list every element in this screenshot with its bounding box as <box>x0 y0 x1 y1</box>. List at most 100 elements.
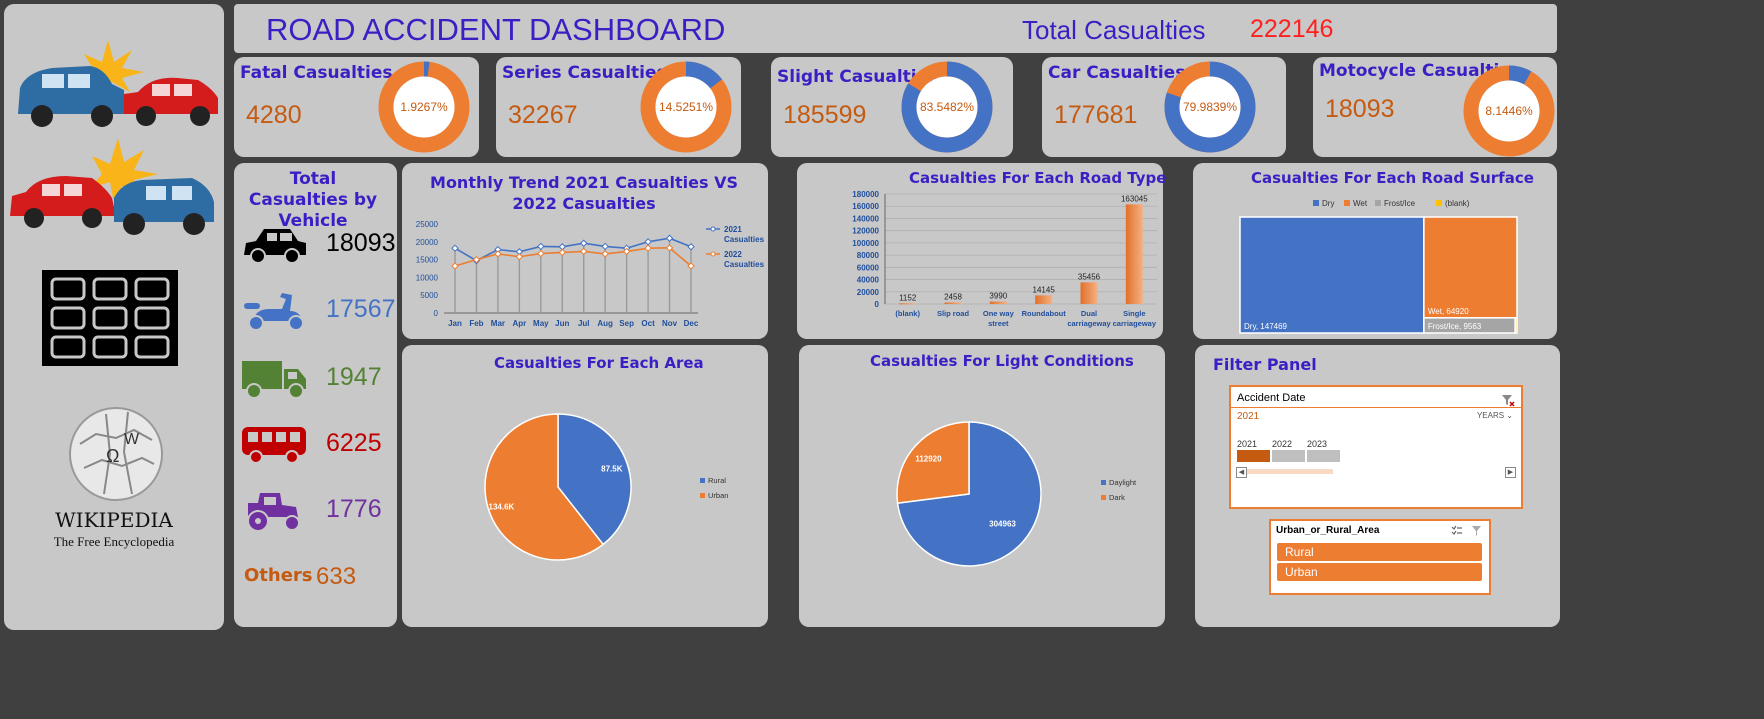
monthly-trend-chart: 25000 20000 15000 10000 5000 0 Jan Feb Mar Apr May… <box>416 220 765 328</box>
header-bar: ROAD ACCIDENT DASHBOARD Total Casualties… <box>234 4 1557 53</box>
area-slicer[interactable]: Urban_or_Rural_Area Rural Urban <box>1269 519 1491 595</box>
clear-filter-icon[interactable] <box>1471 525 1483 537</box>
year-bar-2023[interactable] <box>1307 450 1340 462</box>
legend-marker <box>710 251 716 257</box>
data-point <box>451 262 459 270</box>
bar-value-label: 163045 <box>1121 194 1148 203</box>
data-point <box>537 249 545 258</box>
x-tick-label: Aug <box>597 319 613 328</box>
data-point <box>687 243 695 251</box>
vehicle-value: 6225 <box>326 429 382 457</box>
grid-icon[interactable] <box>42 270 178 366</box>
date-slicer-header: Accident Date <box>1237 392 1306 404</box>
treemap-label: Frost/Ice, 9563 <box>1428 322 1482 331</box>
y-tick-label: 120000 <box>852 227 879 236</box>
legend-swatch <box>1101 480 1106 485</box>
donut-percent-label: 79.9839% <box>1183 100 1237 114</box>
y-tick-label: 15000 <box>416 256 439 265</box>
year-bar-2021[interactable] <box>1237 450 1270 462</box>
road-surface-chart: Dry Wet Frost/Ice (blank) Dry, 147469 Wet, 64… <box>1239 199 1518 334</box>
bar <box>1080 282 1098 304</box>
car-icon <box>244 229 306 264</box>
vehicle-value: 18093 <box>326 229 396 257</box>
total-casualties-value: 222146 <box>1250 15 1334 43</box>
bar-value-label: 35456 <box>1078 272 1101 281</box>
treemap-cell <box>1514 317 1518 334</box>
data-point <box>537 242 545 251</box>
vehicle-row-scooter: 17567 <box>234 281 414 341</box>
scroll-right-button[interactable]: ▶ <box>1505 467 1516 478</box>
bar-value-label: 14145 <box>1033 285 1056 294</box>
data-point <box>601 250 609 258</box>
bar-value-label: 3990 <box>989 292 1007 301</box>
scooter-icon <box>244 293 304 331</box>
x-tick-label: carriageway <box>1113 319 1157 328</box>
wikipedia-wordmark: WIKIPEDIA <box>55 508 173 532</box>
area-option-rural[interactable]: Rural <box>1277 543 1482 561</box>
x-tick-label: Apr <box>512 319 526 328</box>
year-label: 2022 <box>1272 439 1293 449</box>
legend-swatch <box>700 478 705 483</box>
tractor-icon <box>247 493 300 532</box>
kpi-donut: 8.1446% <box>1463 65 1555 157</box>
truck-icon <box>242 361 306 399</box>
legend-label: Dark <box>1109 493 1125 502</box>
y-tick-label: 20000 <box>416 238 439 247</box>
kpi-card-series: Series Casualties 32267 14.5251% <box>496 57 741 157</box>
x-tick-label: Nov <box>662 319 678 328</box>
legend-label: Daylight <box>1109 478 1137 487</box>
series-line <box>454 247 692 267</box>
x-tick-label: Feb <box>469 319 483 328</box>
vehicle-value: 1776 <box>326 495 382 523</box>
area-pie-chart: 87.5K Rural 134.6K Urban <box>484 413 728 561</box>
y-tick-label: 0 <box>875 300 880 309</box>
donut-percent-label: 14.5251% <box>659 100 713 114</box>
x-tick-label: carriageway <box>1067 319 1111 328</box>
x-tick-label: Jan <box>448 319 462 328</box>
vehicle-row-truck: 1947 <box>234 349 414 409</box>
data-point <box>644 244 652 252</box>
kpi-donut: 83.5482% <box>901 61 993 153</box>
date-level-dropdown[interactable]: YEARS ⌄ <box>1477 411 1513 420</box>
date-slicer[interactable]: Accident Date 2021 YEARS ⌄ 2021 2022 202… <box>1229 385 1523 509</box>
legend-label: Frost/Ice <box>1384 199 1416 208</box>
x-tick-label: street <box>988 319 1009 328</box>
legend-swatch <box>700 493 705 498</box>
vehicle-panel: Total Casualties by Vehicle 18093 17567 … <box>234 163 397 627</box>
bus-icon <box>242 427 306 464</box>
x-tick-label: Roundabout <box>1022 309 1067 318</box>
legend-label: Wet <box>1353 199 1368 208</box>
kpi-value: 18093 <box>1325 95 1395 123</box>
kpi-value: 185599 <box>783 101 867 129</box>
y-tick-label: 25000 <box>416 220 439 229</box>
multi-select-icon[interactable] <box>1451 525 1463 537</box>
legend-label: (blank) <box>1445 199 1470 208</box>
kpi-donut: 79.9839% <box>1164 61 1256 153</box>
kpi-title: Fatal Casualties <box>240 63 393 83</box>
clear-filter-icon[interactable] <box>1501 393 1515 407</box>
filter-title: Filter Panel <box>1213 355 1317 374</box>
data-point <box>494 250 502 258</box>
y-tick-label: 60000 <box>857 263 880 272</box>
area-option-urban[interactable]: Urban <box>1277 563 1482 581</box>
data-point <box>558 248 566 257</box>
timeline-scrollbar[interactable] <box>1247 469 1333 474</box>
kpi-value: 4280 <box>246 101 302 129</box>
data-point <box>515 253 524 261</box>
wikipedia-logo: Ω W <box>69 407 163 501</box>
data-point <box>665 234 674 242</box>
scroll-left-button[interactable]: ◀ <box>1236 467 1247 478</box>
legend-marker <box>710 226 716 232</box>
bar <box>899 303 917 305</box>
wikipedia-tagline: The Free Encyclopedia <box>53 534 175 549</box>
pie-value-label: 304963 <box>989 519 1016 528</box>
total-casualties-label: Total Casualties <box>1022 15 1206 45</box>
x-tick-label: Oct <box>641 319 655 328</box>
year-bar-2022[interactable] <box>1272 450 1305 462</box>
bar-value-label: 2458 <box>944 292 962 301</box>
kpi-value: 32267 <box>508 101 578 129</box>
y-tick-label: 160000 <box>852 202 879 211</box>
car-crash-icon-2 <box>10 138 214 235</box>
data-point <box>644 238 652 246</box>
kpi-card-fatal: Fatal Casualties 4280 1.9267% <box>234 57 479 157</box>
